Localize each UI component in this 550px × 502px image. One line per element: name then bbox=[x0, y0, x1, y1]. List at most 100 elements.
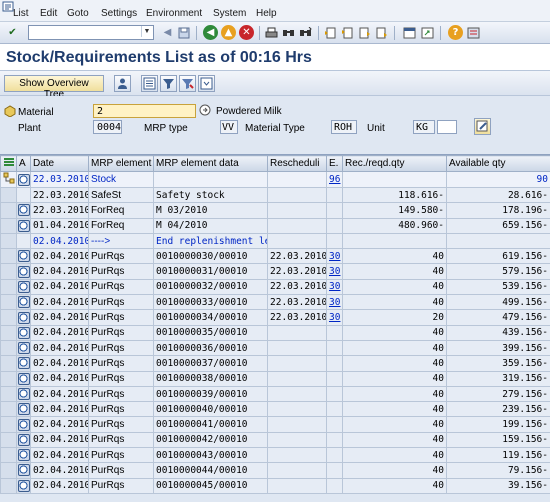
print-icon[interactable] bbox=[264, 25, 279, 40]
collapse-command-icon[interactable]: ◀ bbox=[160, 25, 175, 40]
detail-cell[interactable] bbox=[16, 324, 31, 341]
detail-cell[interactable] bbox=[16, 232, 31, 250]
table-row[interactable]: 22.03.2010 Stock 96 90 bbox=[0, 171, 550, 188]
detail-cell[interactable] bbox=[16, 447, 31, 464]
menu-goto[interactable]: Goto bbox=[67, 8, 89, 19]
detail-cell[interactable] bbox=[16, 416, 31, 433]
row-selector[interactable] bbox=[0, 232, 17, 250]
material-type-field[interactable]: ROH bbox=[331, 120, 357, 134]
detail-cell[interactable] bbox=[16, 431, 31, 449]
row-selector[interactable] bbox=[0, 477, 17, 494]
menu-settings[interactable]: Settings bbox=[101, 8, 137, 19]
row-selector[interactable] bbox=[0, 202, 17, 219]
row-selector[interactable] bbox=[0, 447, 17, 464]
table-row[interactable]: 02.04.2010 PurRqs 0010000032/00010 22.03.20… bbox=[0, 278, 550, 296]
row-exception-link[interactable]: 30 bbox=[326, 309, 343, 326]
save-icon[interactable] bbox=[176, 25, 191, 40]
material-display-icon[interactable] bbox=[199, 104, 211, 116]
detail-cell[interactable] bbox=[16, 217, 31, 234]
column-header-available-qty[interactable]: Available qty bbox=[446, 155, 550, 172]
table-row[interactable]: 02.04.2010 PurRqs 0010000043/00010 40 119.15… bbox=[0, 447, 550, 464]
command-field[interactable] bbox=[28, 25, 154, 40]
table-row[interactable]: 02.04.2010 PurRqs 0010000038/00010 40 319.15… bbox=[0, 370, 550, 387]
table-row[interactable]: 22.03.2010 SafeSt Safety stock 118.616- 28.6… bbox=[0, 186, 550, 204]
row-selector[interactable] bbox=[0, 462, 17, 479]
row-selector[interactable] bbox=[0, 263, 17, 280]
column-header-exception[interactable]: E. bbox=[326, 155, 343, 172]
menu-edit[interactable]: Edit bbox=[40, 8, 57, 19]
detail-cell[interactable] bbox=[16, 339, 31, 357]
detail-cell[interactable] bbox=[16, 278, 31, 296]
back-icon[interactable]: ◀ bbox=[203, 25, 218, 40]
row-selector[interactable] bbox=[0, 339, 17, 357]
cancel-icon[interactable]: ✕ bbox=[239, 25, 254, 40]
column-header-rescheduling[interactable]: Rescheduli bbox=[267, 155, 327, 172]
column-header-rec-reqd-qty[interactable]: Rec./reqd.qty bbox=[342, 155, 447, 172]
row-exception-link[interactable]: 30 bbox=[326, 294, 343, 311]
row-selector[interactable] bbox=[0, 355, 17, 372]
table-row[interactable]: 02.04.2010 PurRqs 0010000030/00010 22.03.20… bbox=[0, 248, 550, 265]
detail-cell[interactable] bbox=[16, 401, 31, 418]
command-dropdown-icon[interactable]: ▼ bbox=[141, 26, 152, 37]
previous-page-icon[interactable] bbox=[340, 25, 355, 40]
column-header-a[interactable]: A bbox=[16, 155, 31, 172]
menu-system[interactable]: System bbox=[213, 8, 246, 19]
shortcut-icon[interactable] bbox=[420, 25, 435, 40]
plant-field[interactable]: 0004 bbox=[93, 120, 122, 134]
enter-icon[interactable]: ✔ bbox=[5, 25, 20, 40]
row-selector[interactable] bbox=[0, 385, 17, 403]
column-header-date[interactable]: Date bbox=[30, 155, 89, 172]
menu-environment[interactable]: Environment bbox=[146, 8, 202, 19]
detail-cell[interactable] bbox=[16, 171, 31, 188]
show-overview-tree-button[interactable]: Show Overview Tree bbox=[4, 75, 104, 100]
table-row[interactable]: 02.04.2010 PurRqs 0010000039/00010 40 279.15… bbox=[0, 385, 550, 403]
detail-cell[interactable] bbox=[16, 294, 31, 311]
detail-cell[interactable] bbox=[16, 186, 31, 204]
element-detail-icon[interactable] bbox=[17, 418, 30, 431]
row-selector[interactable] bbox=[0, 171, 17, 188]
menu-help[interactable]: Help bbox=[256, 8, 277, 19]
element-detail-icon[interactable] bbox=[17, 433, 30, 446]
row-selector[interactable] bbox=[0, 324, 17, 341]
row-selector[interactable] bbox=[0, 401, 17, 418]
table-row[interactable]: 02.04.2010 PurRqs 0010000035/00010 40 439.15… bbox=[0, 324, 550, 341]
table-row[interactable]: 02.04.2010 ----> End replenishment lea bbox=[0, 232, 550, 250]
element-detail-icon[interactable] bbox=[17, 280, 30, 293]
detail-cell[interactable] bbox=[16, 355, 31, 372]
layout-menu-icon[interactable] bbox=[466, 25, 481, 40]
row-exception-link[interactable]: 30 bbox=[326, 248, 343, 265]
table-row[interactable]: 02.04.2010 PurRqs 0010000042/00010 40 159.15… bbox=[0, 431, 550, 449]
element-detail-icon[interactable] bbox=[17, 204, 30, 217]
table-row[interactable]: 02.04.2010 PurRqs 0010000034/00010 22.03.20… bbox=[0, 309, 550, 326]
row-selector[interactable] bbox=[0, 309, 17, 326]
row-selector[interactable] bbox=[0, 278, 17, 296]
element-detail-icon[interactable] bbox=[17, 296, 30, 309]
element-detail-icon[interactable] bbox=[17, 250, 30, 263]
collapse-icon[interactable] bbox=[198, 75, 215, 92]
element-detail-icon[interactable] bbox=[17, 342, 30, 355]
element-detail-icon[interactable] bbox=[17, 464, 30, 477]
row-selector[interactable] bbox=[0, 431, 17, 449]
element-detail-icon[interactable] bbox=[17, 372, 30, 385]
table-row[interactable]: 02.04.2010 PurRqs 0010000040/00010 40 239.15… bbox=[0, 401, 550, 418]
table-row[interactable]: 01.04.2010 ForReq M 04/2010 480.960- 659.156… bbox=[0, 217, 550, 234]
detail-cell[interactable] bbox=[16, 462, 31, 479]
detail-cell[interactable] bbox=[16, 477, 31, 494]
tree-icon[interactable] bbox=[3, 172, 15, 184]
table-row[interactable]: 02.04.2010 PurRqs 0010000044/00010 40 79.156… bbox=[0, 462, 550, 479]
row-selector[interactable] bbox=[0, 416, 17, 433]
table-row[interactable]: 02.04.2010 PurRqs 0010000041/00010 40 199.15… bbox=[0, 416, 550, 433]
table-row[interactable]: 02.04.2010 PurRqs 0010000045/00010 40 39.156… bbox=[0, 477, 550, 494]
edit-icon[interactable] bbox=[474, 118, 491, 135]
table-row[interactable]: 22.03.2010 ForReq M 03/2010 149.580- 178.196… bbox=[0, 202, 550, 219]
element-detail-icon[interactable] bbox=[17, 479, 30, 492]
row-exception-link[interactable]: 30 bbox=[326, 263, 343, 280]
material-field[interactable]: 2 bbox=[93, 104, 196, 118]
user-settings-icon[interactable] bbox=[114, 75, 131, 92]
mrp-type-field[interactable]: VV bbox=[220, 120, 238, 134]
refresh-icon[interactable] bbox=[141, 75, 158, 92]
element-detail-icon[interactable] bbox=[17, 403, 30, 416]
help-icon[interactable]: ? bbox=[448, 25, 463, 40]
table-row[interactable]: 02.04.2010 PurRqs 0010000033/00010 22.03.20… bbox=[0, 294, 550, 311]
find-icon[interactable] bbox=[281, 25, 296, 40]
